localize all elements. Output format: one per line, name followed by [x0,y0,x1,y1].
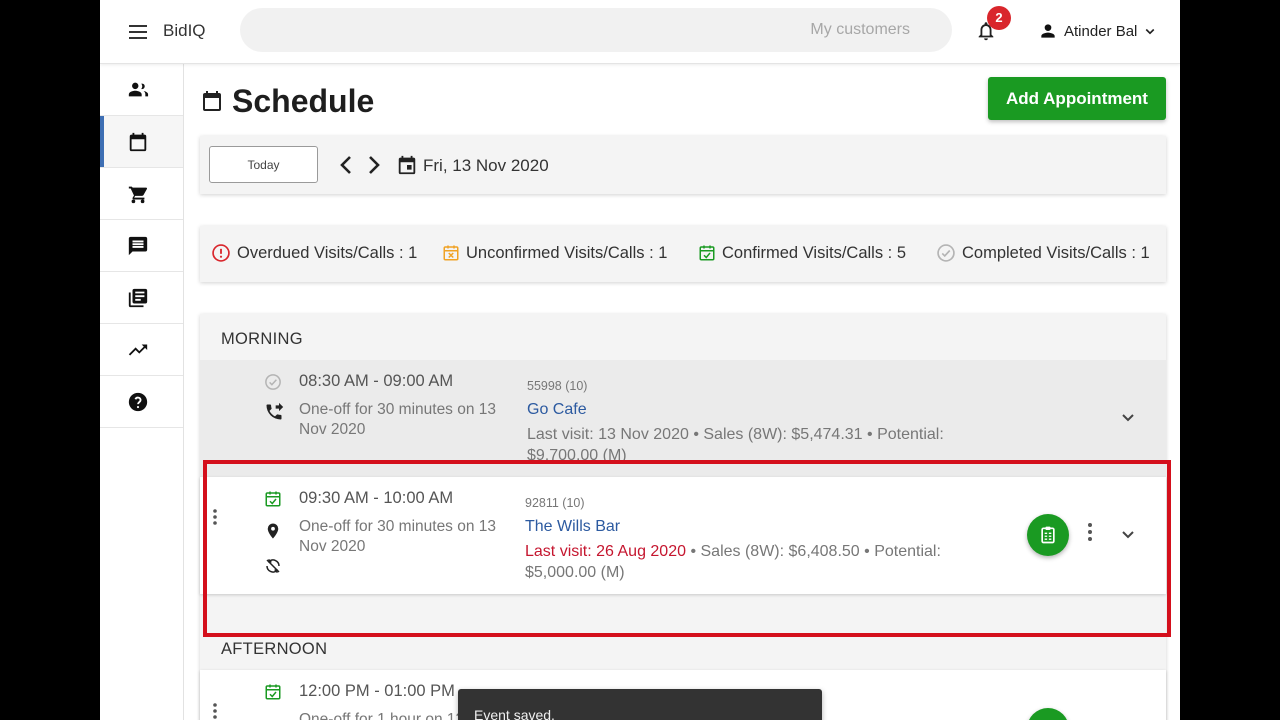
more-options-button[interactable] [1083,520,1097,544]
customer-link[interactable]: The Wills Bar [525,518,620,536]
cart-icon [128,186,147,203]
summary-completed[interactable]: Completed Visits/Calls : 1 [936,243,1150,263]
event-calendar-icon[interactable] [396,154,418,176]
sidebar-item-messages[interactable] [100,220,183,272]
location-pin-icon [267,523,279,539]
appointment-time: 09:30 AM - 10:00 AM [299,489,454,507]
app-window: BidIQ 2 Atinder Bal [100,0,1180,720]
calendar-x-icon [443,245,459,261]
last-visit: Last visit: 26 Aug 2020 [525,543,686,560]
summary-completed-label: Completed Visits/Calls : 1 [962,243,1150,262]
morning-section-label: MORNING [221,330,303,348]
customer-stats: Last visit: 13 Nov 2020 • Sales (8W): $5… [527,424,997,466]
library-icon [128,288,147,307]
search-input[interactable] [240,8,952,52]
calendar-icon [129,132,146,151]
sidebar-item-customers[interactable] [100,64,183,116]
sync-disabled-icon [266,559,280,573]
calendar-check-icon [265,491,281,507]
completed-status-icon [265,374,281,390]
appointment-time: 12:00 PM - 01:00 PM [299,682,455,700]
sidebar-item-catalogue[interactable] [100,272,183,324]
menu-button[interactable] [126,20,150,44]
selected-date[interactable]: Fri, 13 Nov 2020 [423,156,549,176]
help-icon [128,392,147,411]
calendar-icon [203,91,221,111]
calendar-check-icon [265,684,281,700]
customer-link[interactable]: Go Cafe [527,401,587,419]
date-navigation-bar: Today Fri, 13 Nov 2020 [200,136,1166,194]
sidebar-item-orders[interactable] [100,168,183,220]
appointment-row[interactable]: 08:30 AM - 09:00 AM One-off for 30 minut… [200,360,1166,477]
page-title: Schedule [200,81,374,121]
alert-circle-icon [212,244,230,262]
more-vertical-icon [1088,523,1092,541]
summary-confirmed-label: Confirmed Visits/Calls : 5 [722,243,907,262]
visit-report-button[interactable] [1027,514,1069,556]
hamburger-icon [129,25,147,39]
previous-day-button[interactable] [336,153,356,177]
brand-name: BidIQ [163,21,206,40]
summary-confirmed[interactable]: Confirmed Visits/Calls : 5 [698,243,906,263]
next-day-button[interactable] [364,153,384,177]
main-content: Schedule Add Appointment Today Fri, 13 N… [184,64,1180,720]
appointment-description: One-off for 30 minutes on 13 Nov 2020 [299,518,497,555]
summary-overdue[interactable]: Overdued Visits/Calls : 1 [211,243,417,263]
trending-icon [128,344,147,355]
sidebar [100,64,184,720]
summary-unconfirmed-label: Unconfirmed Visits/Calls : 1 [466,243,668,262]
user-menu[interactable]: Atinder Bal [1038,18,1159,44]
user-name: Atinder Bal [1064,22,1138,40]
potential-value: $5,000.00 (M) [525,564,625,581]
chevron-down-icon [1146,28,1155,35]
notification-count-badge: 2 [987,6,1011,30]
expand-button[interactable] [1116,405,1140,429]
top-bar: BidIQ 2 Atinder Bal [100,0,1180,64]
chevron-down-icon [1122,414,1134,422]
appointment-description: One-off for 30 minutes on 13 Nov 2020 [299,401,497,438]
expand-button[interactable] [1116,522,1140,546]
customer-stats: Last visit: 26 Aug 2020 • Sales (8W): $6… [525,541,995,583]
snackbar-message: Event saved. [474,707,555,720]
message-icon [128,236,147,255]
last-visit: Last visit: 13 Nov 2020 [527,426,689,443]
page-title-text: Schedule [232,82,375,119]
schedule-list: MORNING 08:30 AM - 09:00 AM One-off for … [200,314,1166,720]
person-icon [1041,24,1055,38]
visit-summary-bar: Overdued Visits/Calls : 1 Unconfirmed Vi… [200,226,1166,282]
visit-report-button[interactable] [1027,708,1069,720]
sales-summary: • Sales (8W): $6,408.50 • Potential: [690,543,941,560]
phone-forward-icon [266,402,284,420]
add-appointment-button[interactable]: Add Appointment [988,77,1166,120]
people-icon [128,82,148,96]
calendar-check-icon [699,245,715,261]
drag-handle-icon[interactable] [210,508,220,526]
summary-unconfirmed[interactable]: Unconfirmed Visits/Calls : 1 [442,243,667,263]
account-number: 92811 (10) [525,496,585,510]
summary-overdue-label: Overdued Visits/Calls : 1 [237,243,418,262]
chevron-left-icon [340,156,351,174]
drag-handle-icon[interactable] [210,702,220,720]
chevron-right-icon [369,156,380,174]
sidebar-item-reports[interactable] [100,324,183,376]
appointment-time: 08:30 AM - 09:00 AM [299,372,454,390]
sidebar-item-schedule[interactable] [100,116,183,168]
appointment-row[interactable]: 09:30 AM - 10:00 AM One-off for 30 minut… [200,477,1166,594]
chevron-down-icon [1122,531,1134,539]
afternoon-section-label: AFTERNOON [221,640,328,658]
today-button[interactable]: Today [209,146,318,183]
potential-value: $9,700.00 (M) [527,447,627,464]
snackbar: Event saved. [458,689,822,720]
sales-summary: • Sales (8W): $5,474.31 • Potential: [693,426,944,443]
clipboard-icon [1041,526,1055,544]
sidebar-item-help[interactable] [100,376,183,428]
check-circle-icon [937,244,955,262]
account-number: 55998 (10) [527,379,588,393]
